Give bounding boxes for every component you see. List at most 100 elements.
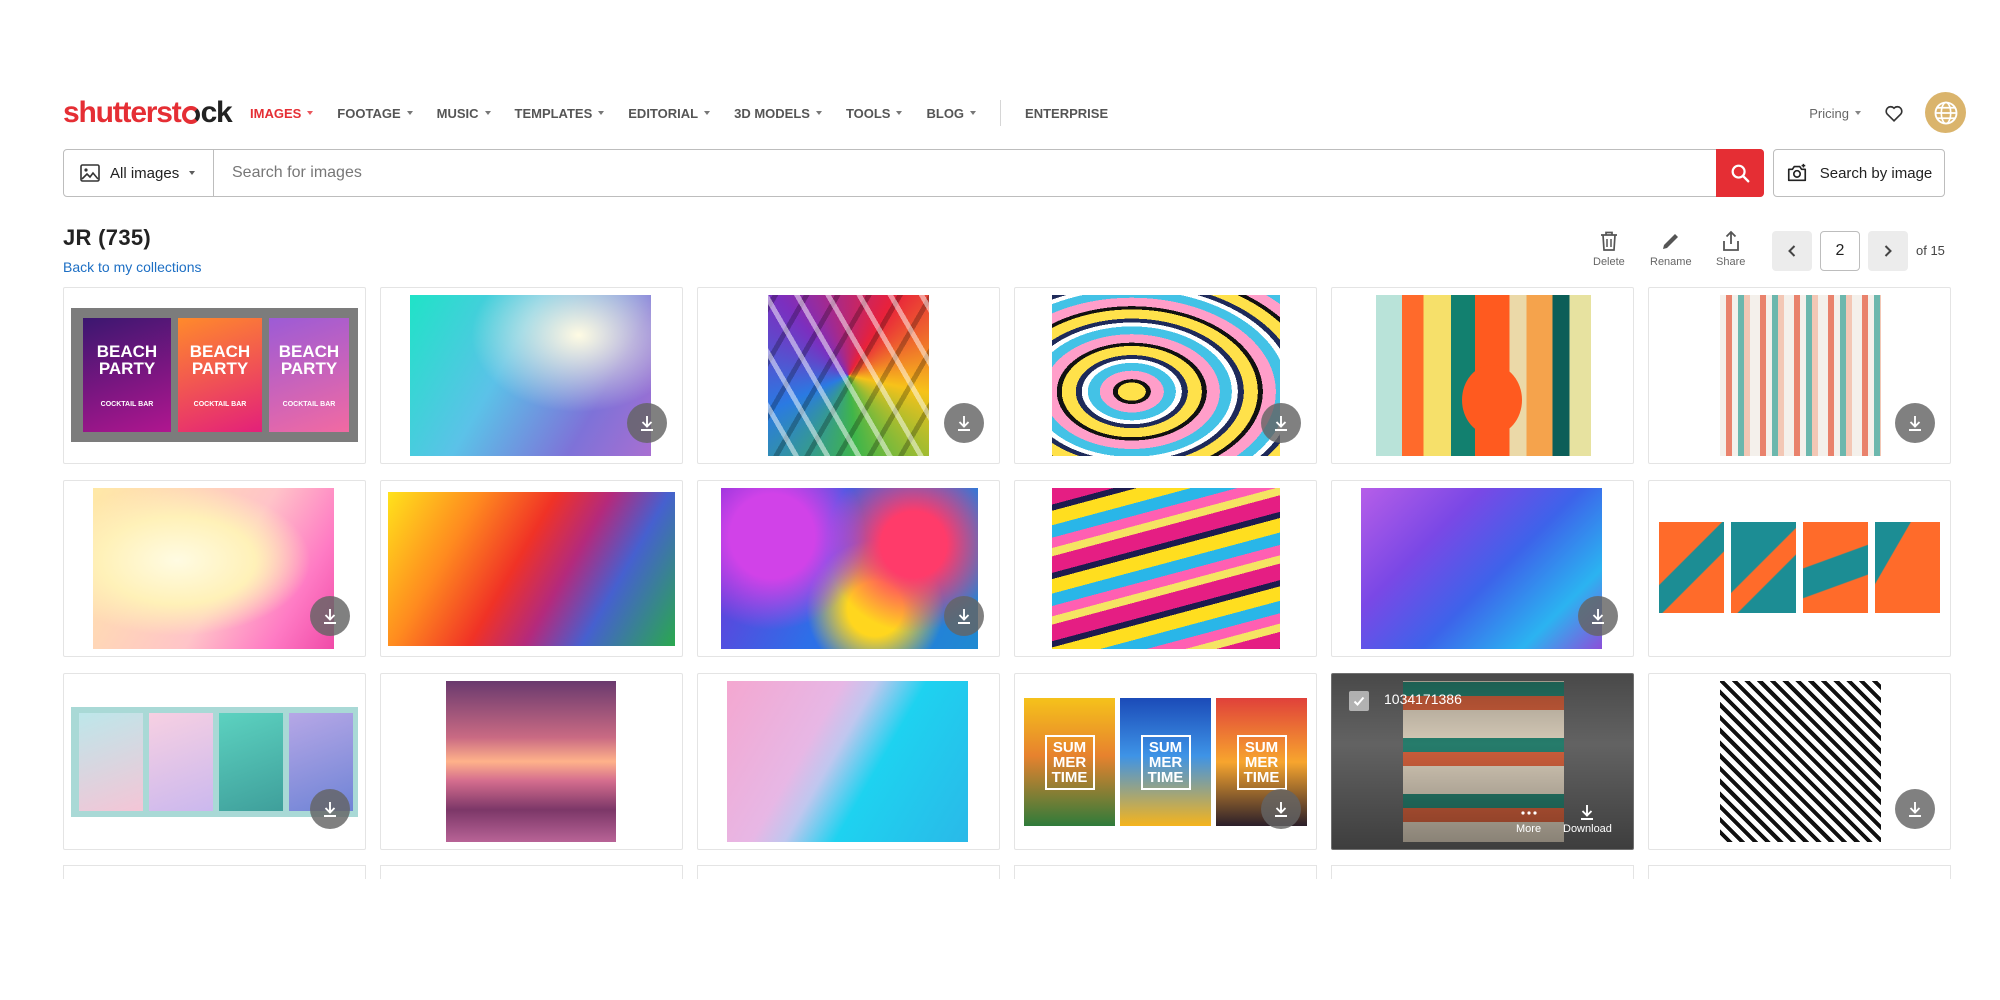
image-card[interactable] [1331,287,1634,464]
pricing-menu[interactable]: Pricing [1809,106,1861,121]
next-page-button[interactable] [1868,231,1908,271]
search-input[interactable] [214,150,1716,196]
download-button[interactable] [1261,403,1301,443]
search-by-image-button[interactable]: Search by image [1773,149,1945,197]
download-button[interactable] [627,403,667,443]
image-card[interactable] [63,480,366,657]
rainbow-texture-image [388,492,675,646]
nav-item-music[interactable]: MUSIC [437,106,491,121]
image-card[interactable] [697,673,1000,850]
logo-text-head: shutterst [63,96,182,129]
globe-icon[interactable] [1925,92,1966,133]
download-button[interactable] [1261,789,1301,829]
image-card[interactable] [380,480,683,657]
image-card-partial[interactable] [1331,865,1634,879]
download-button[interactable] [944,403,984,443]
page-total: of 15 [1916,243,1945,258]
poster-title: BEACH PARTY [189,341,251,378]
heart-icon[interactable] [1883,102,1905,124]
download-button[interactable] [310,789,350,829]
download-button[interactable] [1895,789,1935,829]
nav-item-tools[interactable]: TOOLS [846,106,903,121]
image-card[interactable] [697,287,1000,464]
nav-item-editorial[interactable]: EDITORIAL [628,106,711,121]
nav-item-enterprise[interactable]: ENTERPRISE [1025,106,1108,121]
image-card[interactable] [380,287,683,464]
nav-item-3d-models[interactable]: 3D MODELS [734,106,822,121]
logo-ring-icon [181,106,200,124]
nav-label: 3D MODELS [734,105,810,121]
select-checkbox[interactable] [1349,691,1369,711]
rename-button[interactable]: Rename [1650,230,1692,268]
image-card[interactable]: BEACH PARTY COCKTAIL BAR BEACH PARTY COC… [63,287,366,464]
top-header: shutterst ck IMAGES FOOTAGE MUSIC TEMPLAT… [0,90,2000,140]
search-icon [1731,164,1750,183]
image-card-partial[interactable] [697,865,1000,879]
download-button[interactable] [1895,403,1935,443]
download-icon [1909,802,1921,817]
pencil-icon [1662,234,1678,249]
download-icon [1275,416,1287,431]
pink-palm-image [93,488,334,649]
download-icon [958,416,970,431]
media-type-label: All images [110,164,180,182]
download-icon [1909,416,1921,431]
poster-title: SUM MER TIME [1236,734,1287,790]
image-thumbnail: BEACH PARTY COCKTAIL BAR BEACH PARTY COC… [71,308,358,442]
image-card[interactable] [1648,287,1951,464]
share-button[interactable]: Share [1716,230,1745,268]
image-icon [80,164,100,182]
chevron-left-icon [1788,245,1796,257]
shutterstock-logo[interactable]: shutterst ck [63,96,233,130]
download-button[interactable] [1578,596,1618,636]
download-button[interactable] [944,596,984,636]
image-card-partial[interactable] [1648,865,1951,879]
summer-poster: SUM MER TIME [1024,698,1115,826]
nav-divider [1000,100,1002,126]
image-card[interactable]: SUM MER TIME SUM MER TIME SUM MER TIME [1014,673,1317,850]
image-card[interactable] [1331,480,1634,657]
delete-button[interactable]: Delete [1593,230,1625,268]
summer-poster: SUM MER TIME [1120,698,1211,826]
poster-title: SUM MER TIME [1044,734,1095,790]
more-button[interactable]: More [1516,805,1541,835]
poster-title: BEACH PARTY [96,341,158,378]
brush-strokes-image [1720,295,1881,456]
image-card-hovered[interactable]: 1034171386 More Download [1331,673,1634,850]
search-button[interactable] [1716,149,1764,197]
back-to-collections-link[interactable]: Back to my collections [63,259,202,275]
chevron-right-icon [1884,245,1892,257]
chevron-down-icon [970,111,977,115]
chevron-down-icon [598,111,605,115]
nav-item-templates[interactable]: TEMPLATES [515,106,605,121]
nav-label: IMAGES [250,105,302,121]
page-number-input[interactable] [1820,231,1860,271]
nav-item-blog[interactable]: BLOG [926,105,977,121]
hover-download-button[interactable]: Download [1563,803,1612,835]
image-card[interactable] [697,480,1000,657]
image-card-partial[interactable] [1014,865,1317,879]
nav-label: ENTERPRISE [1025,105,1109,121]
nav-label: BLOG [926,105,965,121]
nav-item-footage[interactable]: FOOTAGE [337,106,413,121]
image-card[interactable] [1014,287,1317,464]
shape-circle [1462,365,1522,435]
image-card[interactable] [1648,480,1951,657]
chevron-down-icon [406,111,413,115]
image-card[interactable] [63,673,366,850]
image-card[interactable] [1014,480,1317,657]
media-type-select[interactable]: All images [64,150,214,196]
nav-item-images[interactable]: IMAGES [250,105,314,121]
previous-page-button[interactable] [1772,231,1812,271]
image-card-partial[interactable] [380,865,683,879]
download-icon [958,609,970,624]
flyer-thumb [149,713,213,811]
image-card[interactable] [380,673,683,850]
poster-subtitle: COCKTAIL BAR [100,400,154,408]
geometric-triangle-image [768,295,929,456]
chevron-down-icon [704,111,711,115]
download-button[interactable] [310,596,350,636]
image-card[interactable] [1648,673,1951,850]
abstract-wave-image [1052,295,1280,456]
image-card-partial[interactable] [63,865,366,879]
